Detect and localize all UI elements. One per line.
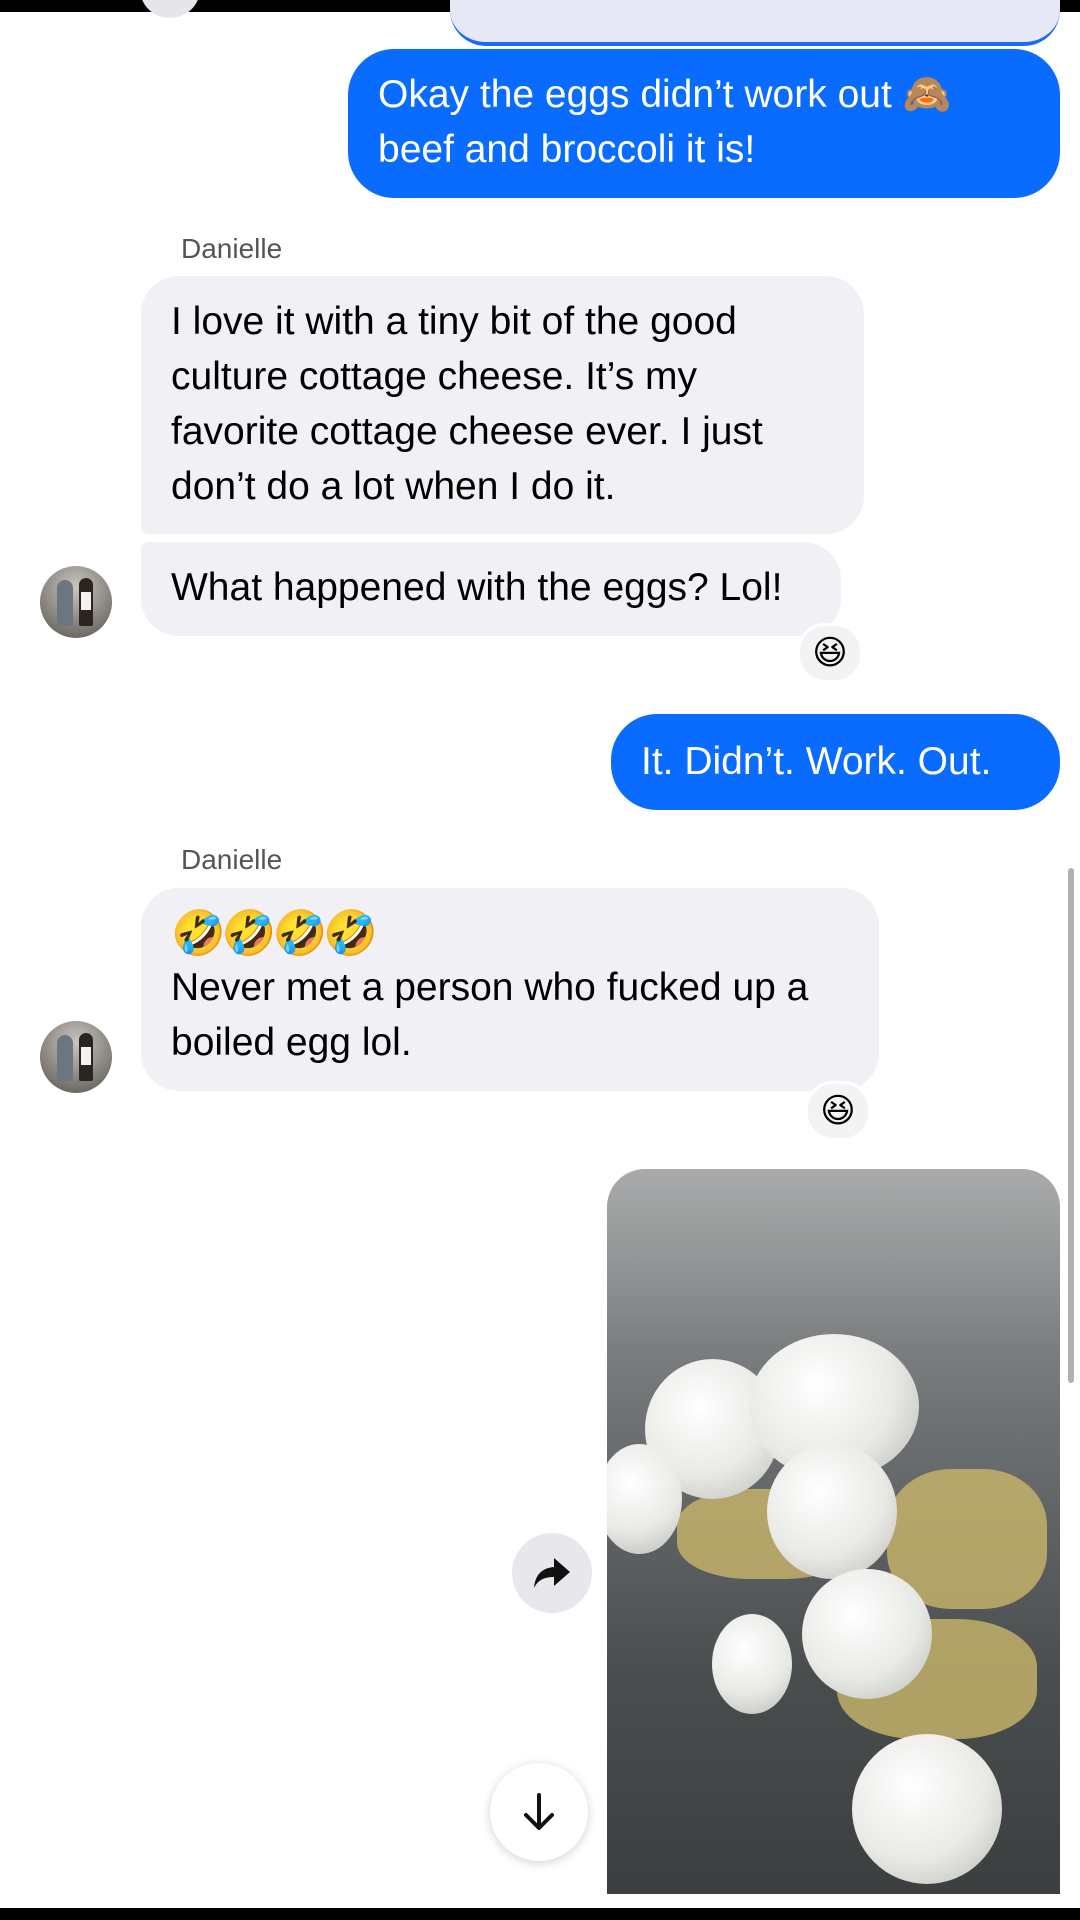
emoji-line: 🤣🤣🤣🤣 (171, 909, 378, 958)
photo-message[interactable] (607, 1169, 1060, 1894)
message-bubble-incoming[interactable]: 🤣🤣🤣🤣 Never met a person who fucked up a … (141, 888, 879, 1091)
forward-button[interactable] (512, 1533, 592, 1613)
forward-arrow-icon (534, 1558, 570, 1588)
egg-shape (712, 1614, 792, 1714)
egg-shape (767, 1444, 897, 1579)
message-bubble-incoming[interactable]: I love it with a tiny bit of the good cu… (141, 276, 864, 534)
scrollbar[interactable] (1068, 868, 1074, 1383)
avatar[interactable] (40, 1021, 112, 1093)
message-bubble-incoming[interactable]: What happened with the eggs? Lol! (141, 542, 841, 636)
reaction-badge[interactable]: 😆 (797, 623, 863, 683)
reaction-badge[interactable]: 😆 (805, 1081, 871, 1141)
message-text: It. Didn’t. Work. Out. (641, 740, 992, 783)
message-text: Never met a person who fucked up a boile… (171, 966, 809, 1064)
egg-shape (802, 1569, 932, 1699)
egg-shape (852, 1734, 1002, 1884)
sender-name: Danielle (181, 844, 283, 875)
message-bubble-outgoing[interactable]: Okay the eggs didn’t work out 🙈 beef and… (348, 49, 1060, 198)
message-text: What happened with the eggs? Lol! (171, 566, 783, 609)
scroll-to-bottom-button[interactable] (490, 1763, 588, 1861)
avatar[interactable] (40, 566, 112, 638)
message-bubble-outgoing[interactable]: It. Didn’t. Work. Out. (611, 714, 1060, 810)
previous-avatar (140, 0, 200, 18)
bottom-edge (0, 1908, 1080, 1920)
message-text: Okay the eggs didn’t work out 🙈 beef and… (378, 73, 952, 171)
sender-name: Danielle (181, 233, 283, 264)
arrow-down-icon (524, 1793, 554, 1830)
previous-message-bubble[interactable] (450, 0, 1060, 46)
message-text: I love it with a tiny bit of the good cu… (171, 300, 763, 508)
